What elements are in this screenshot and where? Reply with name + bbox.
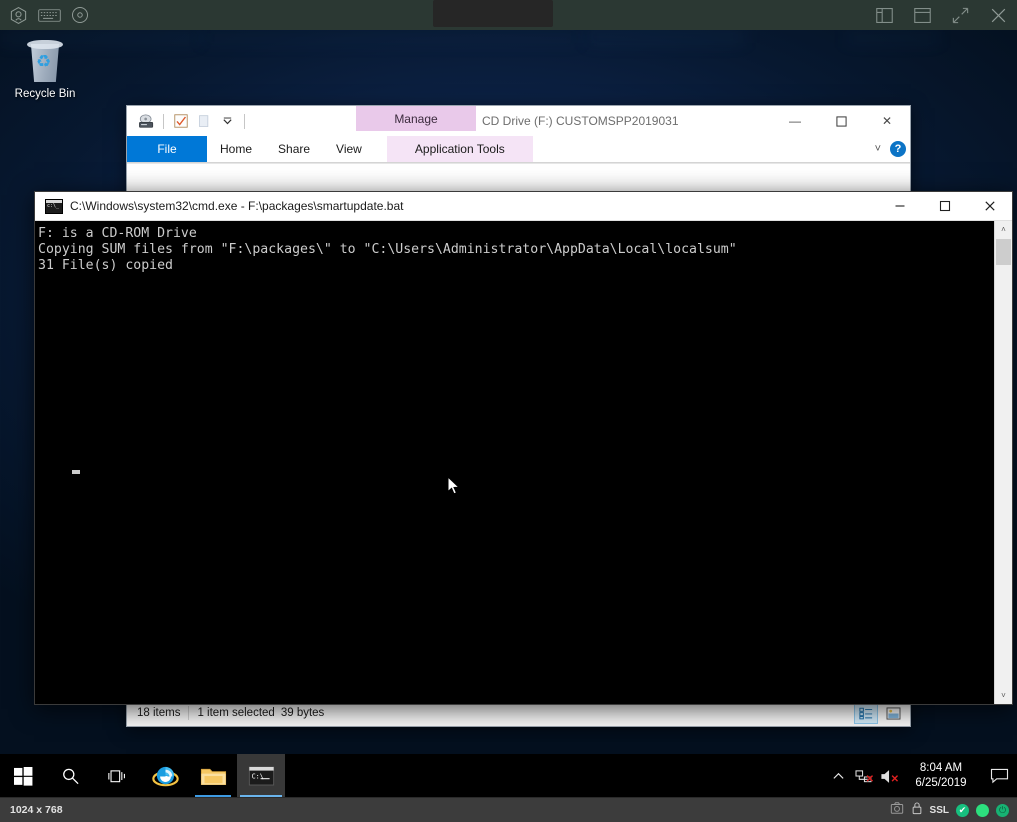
vm-console-toolbar (0, 0, 1017, 30)
vm-toolbar-center-pill[interactable] (433, 0, 553, 27)
ribbon-right-controls: ˅ ? (875, 136, 906, 162)
taskbar-command-prompt[interactable]: C:\ (237, 754, 285, 798)
cmd-window-title: C:\Windows\system32\cmd.exe - F:\package… (70, 199, 404, 213)
help-icon[interactable]: ? (890, 141, 906, 157)
svg-text:e: e (163, 771, 168, 784)
tab-home[interactable]: Home (207, 136, 265, 162)
cmd-maximize-button[interactable] (922, 192, 967, 220)
cmd-console-output[interactable]: F: is a CD-ROM Drive Copying SUM files f… (35, 221, 1012, 704)
vm-toolbar-left-icons (0, 4, 93, 26)
qat-separator (244, 113, 245, 129)
vm-status-right: SSL ✔ ⏻ (890, 798, 1009, 822)
scrollbar-up-arrow-icon[interactable]: ˄ (995, 221, 1012, 238)
ribbon-collapse-chevron-icon[interactable]: ˅ (875, 143, 881, 155)
explorer-window-controls: — ✕ (772, 106, 910, 136)
contextual-tab-group-manage[interactable]: Manage (356, 106, 476, 131)
scrollbar-down-arrow-icon[interactable]: ˅ (995, 687, 1012, 704)
status-separator (188, 706, 190, 720)
search-button[interactable] (47, 754, 94, 798)
network-error-badge: ✕ (865, 774, 874, 785)
console-icon (45, 198, 63, 214)
desktop[interactable]: ♻ Recycle Bin Manage CD Drive (F:) CUSTO… (0, 30, 1017, 798)
lock-icon (911, 801, 923, 820)
cmd-scrollbar[interactable]: ˄ ˅ (994, 221, 1012, 704)
close-icon[interactable] (985, 4, 1011, 26)
desktop-icon-recycle-bin[interactable]: ♻ Recycle Bin (6, 38, 84, 100)
tab-share[interactable]: Share (265, 136, 323, 162)
resolution-label: 1024 x 768 (10, 804, 63, 816)
command-prompt-window[interactable]: C:\Windows\system32\cmd.exe - F:\package… (34, 191, 1013, 705)
system-tray: ✕ ✕ 8:04 AM 6/25/2019 (826, 754, 1017, 798)
clock-time: 8:04 AM (919, 762, 963, 774)
power-indicator[interactable]: ⏻ (996, 803, 1009, 817)
cd-drive-icon[interactable] (136, 111, 156, 131)
cmd-output-line: Copying SUM files from "F:\packages\" to… (38, 242, 737, 258)
window-icon[interactable] (909, 4, 935, 26)
qat-separator (163, 113, 164, 129)
disc-icon[interactable] (67, 4, 93, 26)
camera-icon[interactable] (890, 801, 904, 820)
svg-text:C:\: C:\ (251, 773, 263, 781)
tab-application-tools[interactable]: Application Tools (386, 136, 533, 162)
cmd-window-controls (877, 192, 1012, 220)
recycle-bin-icon: ♻ (21, 38, 69, 86)
vm-toolbar-right-icons (871, 0, 1011, 30)
volume-muted-badge: ✕ (890, 774, 899, 785)
start-button[interactable] (0, 754, 47, 798)
vm-shield-icon[interactable] (5, 4, 31, 26)
ssl-label: SSL (929, 804, 949, 816)
explorer-close-button[interactable]: ✕ (864, 106, 910, 136)
tab-file[interactable]: File (127, 136, 207, 162)
fullscreen-icon[interactable] (947, 4, 973, 26)
explorer-minimize-button[interactable]: — (772, 106, 818, 136)
cmd-titlebar[interactable]: C:\Windows\system32\cmd.exe - F:\package… (35, 192, 1012, 221)
status-size: 39 bytes (280, 707, 325, 719)
explorer-window-title: CD Drive (F:) CUSTOMSPP2019031 (482, 114, 679, 128)
status-ok-indicator[interactable]: ✔ (956, 803, 969, 817)
cmd-caret (72, 470, 80, 474)
status-items-count: 18 items (137, 707, 181, 719)
taskbar: e C:\ ✕ ✕ 8:04 AM 6/25/2019 (0, 754, 1017, 798)
wallpaper-streak (585, 30, 745, 44)
clock[interactable]: 8:04 AM 6/25/2019 (901, 761, 981, 791)
status-selection: 1 item selected (197, 707, 275, 719)
cmd-minimize-button[interactable] (877, 192, 922, 220)
status-active-indicator[interactable] (976, 803, 989, 817)
wallpaper-streak (845, 33, 940, 43)
large-icons-view-button[interactable] (882, 703, 904, 723)
tab-view[interactable]: View (323, 136, 375, 162)
task-view-button[interactable] (94, 754, 141, 798)
notifications-icon[interactable] (981, 754, 1017, 798)
network-icon[interactable]: ✕ (851, 754, 876, 798)
properties-icon[interactable] (171, 111, 191, 131)
customize-chevron-icon[interactable] (217, 111, 237, 131)
taskbar-internet-explorer[interactable]: e (141, 754, 189, 798)
details-view-button[interactable] (854, 702, 878, 724)
quick-access-toolbar (127, 111, 249, 131)
keyboard-icon[interactable] (36, 4, 62, 26)
explorer-titlebar: Manage CD Drive (F:) CUSTOMSPP2019031 — … (127, 106, 910, 136)
volume-icon[interactable]: ✕ (876, 754, 901, 798)
wallpaper-streak (200, 34, 580, 43)
cmd-close-button[interactable] (967, 192, 1012, 220)
cmd-output-line: 31 File(s) copied (38, 258, 173, 274)
clock-date: 6/25/2019 (915, 777, 967, 789)
vm-status-bar: 1024 x 768 SSL ✔ ⏻ (0, 797, 1017, 822)
scrollbar-thumb[interactable] (996, 239, 1011, 265)
recycle-bin-label: Recycle Bin (14, 88, 76, 100)
taskbar-file-explorer[interactable] (189, 754, 237, 798)
new-folder-icon[interactable] (194, 111, 214, 131)
screen-root: ♻ Recycle Bin Manage CD Drive (F:) CUSTO… (0, 0, 1017, 822)
cmd-output-line: F: is a CD-ROM Drive (38, 226, 197, 241)
layout-panel-icon[interactable] (871, 4, 897, 26)
explorer-maximize-button[interactable] (818, 106, 864, 136)
explorer-ribbon-tabs: File Home Share View Application Tools ˅… (127, 136, 910, 163)
tray-chevron-up-icon[interactable] (826, 754, 851, 798)
